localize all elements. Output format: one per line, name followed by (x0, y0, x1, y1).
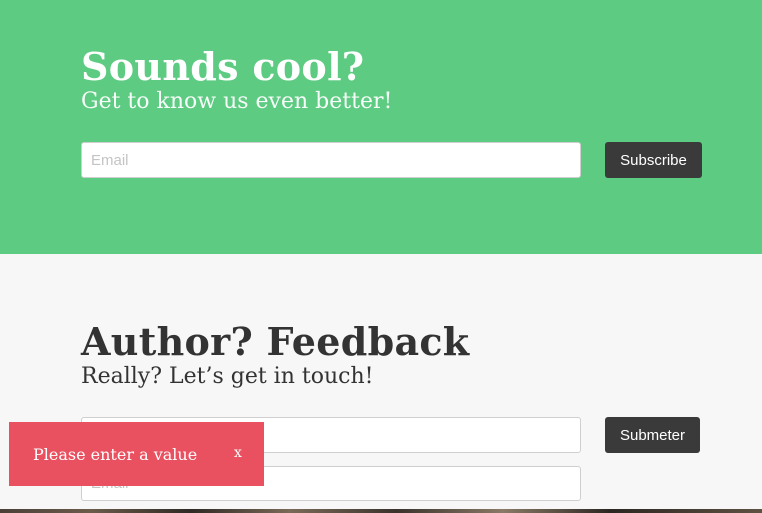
submit-button[interactable]: Submeter (605, 417, 700, 453)
newsletter-email-input[interactable] (81, 142, 581, 178)
newsletter-title: Sounds cool? (81, 44, 365, 89)
validation-toast: Please enter a value x (9, 422, 264, 486)
toast-message: Please enter a value (33, 445, 198, 464)
subscribe-button[interactable]: Subscribe (605, 142, 702, 178)
feedback-title: Author? Feedback (81, 319, 470, 364)
newsletter-subtitle: Get to know us even better! (81, 89, 393, 114)
feedback-subtitle: Really? Let’s get in touch! (81, 364, 374, 389)
newsletter-section (0, 0, 762, 254)
footer-image-strip (0, 509, 762, 513)
close-icon[interactable]: x (231, 445, 245, 465)
